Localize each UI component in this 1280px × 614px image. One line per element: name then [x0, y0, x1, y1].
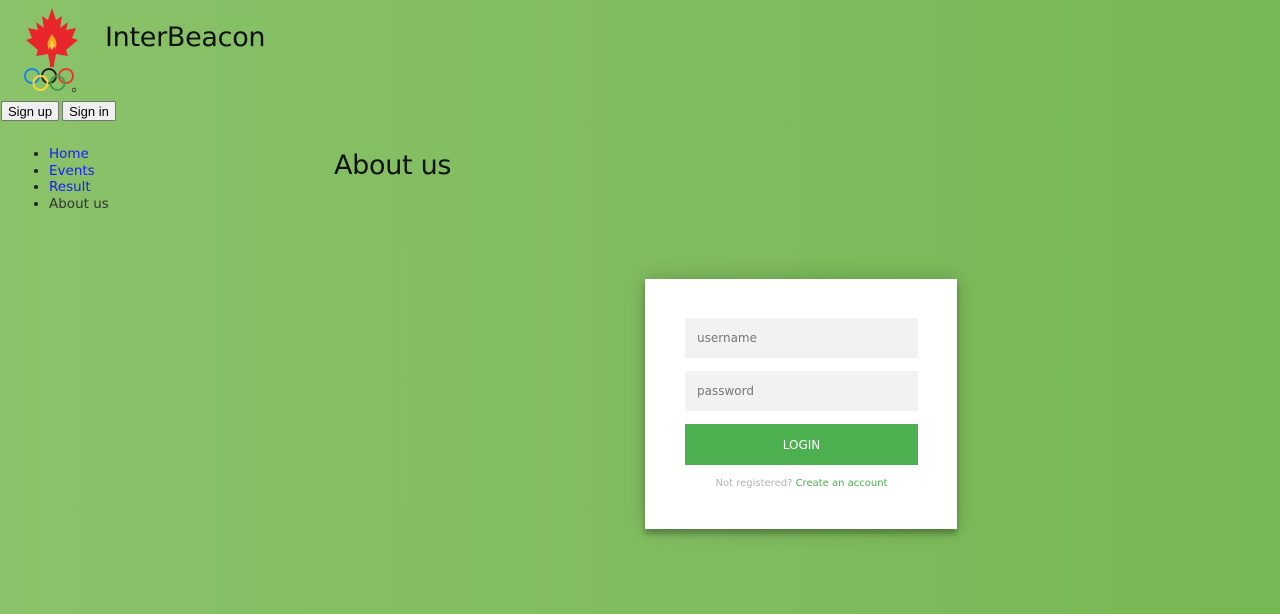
nav-link-events[interactable]: Events [49, 163, 95, 179]
nav-link-result[interactable]: Result [49, 179, 91, 195]
nav-current-about-us: About us [49, 196, 109, 213]
login-button[interactable]: login [685, 424, 918, 465]
not-registered-text: Not registered? [715, 478, 793, 489]
create-account-link[interactable]: Create an account [796, 478, 888, 489]
nav-item-home: Home [49, 146, 109, 163]
nav-item-events: Events [49, 163, 109, 180]
page-title: About us [334, 150, 452, 181]
username-input[interactable] [685, 318, 918, 358]
sign-up-button[interactable]: Sign up [1, 101, 60, 121]
password-input[interactable] [685, 371, 918, 411]
sign-in-button[interactable]: Sign in [62, 101, 116, 121]
main-nav: Home Events Result About us [9, 146, 109, 213]
maple-leaf-olympic-rings-logo-icon [18, 6, 86, 94]
nav-link-home[interactable]: Home [49, 146, 89, 162]
auth-buttons: Sign up Sign in [1, 101, 116, 121]
register-message: Not registered? Create an account [685, 478, 918, 489]
nav-item-result: Result [49, 179, 109, 196]
login-form: login Not registered? Create an account [645, 279, 957, 529]
nav-item-about-us: About us [49, 196, 109, 213]
site-title: InterBeacon [105, 22, 266, 53]
